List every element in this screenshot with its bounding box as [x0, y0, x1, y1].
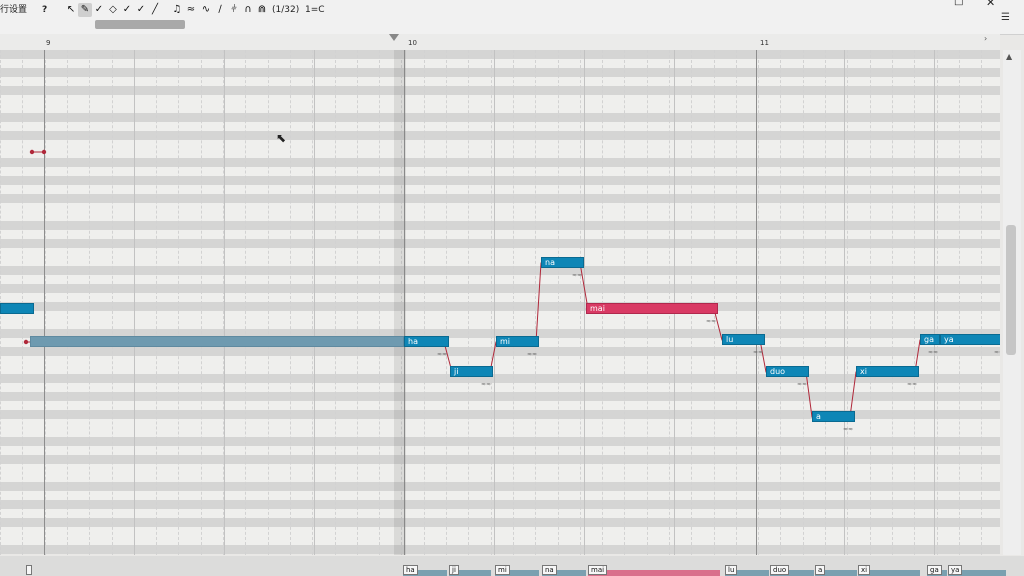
menu-line-settings[interactable]: 行设置: [0, 3, 27, 17]
lyric-chip-ha[interactable]: ha: [403, 565, 418, 575]
lyric-chip-ji[interactable]: ji: [449, 565, 459, 575]
note-block-na[interactable]: na: [541, 257, 584, 268]
pitch-curve[interactable]: [0, 50, 1000, 555]
vibrato-handle-icon[interactable]: ≈≈: [753, 349, 763, 356]
vertical-scrollbar-thumb[interactable]: [1006, 225, 1016, 355]
note-block-previous[interactable]: [30, 336, 404, 347]
note-block-ha[interactable]: ha: [404, 336, 449, 347]
pitch-control-point[interactable]: [29, 149, 35, 155]
lyrics-track[interactable]: ha ji mi na mai lu duo a xi ga ya: [0, 556, 1024, 576]
note-block-lu[interactable]: lu: [722, 334, 765, 345]
pitch-curve-icon[interactable]: ∿: [199, 3, 213, 17]
settings-sliders-icon[interactable]: ☰: [1001, 12, 1010, 23]
knife-icon[interactable]: ╱: [148, 3, 162, 17]
lyric-chip-mi[interactable]: mi: [495, 565, 510, 575]
chevron-right-icon[interactable]: ›: [984, 34, 987, 43]
vibrato-pen-icon[interactable]: ✓: [134, 3, 148, 17]
note-block-a[interactable]: a: [812, 411, 855, 422]
vibrato-handle-icon[interactable]: ≈≈: [706, 318, 716, 325]
line-icon[interactable]: ∕: [213, 3, 227, 17]
maximize-icon[interactable]: □: [954, 0, 963, 7]
note-block-duo[interactable]: duo: [766, 366, 809, 377]
snap-icon[interactable]: ⋒: [255, 3, 269, 17]
horizontal-scrollbar[interactable]: [95, 20, 185, 29]
vibrato-handle-icon[interactable]: ≈≈: [928, 349, 938, 356]
vibrato-handle-icon[interactable]: ≈≈: [481, 381, 491, 388]
note-icon[interactable]: ♫: [170, 3, 184, 17]
toolbar: 行设置 ? ↖ ✎ ✓ ◇ ✓ ✓ ╱ ♫ ≈ ∿ ∕ ⫩ ∩ ⋒ (1/32) 1=C □ ✕ ☰: [0, 0, 1024, 35]
vibrato-handle-icon[interactable]: ≈≈: [994, 349, 1000, 356]
lyric-chip-lu[interactable]: lu: [725, 565, 738, 575]
mouse-cursor-icon: ⬉: [276, 131, 287, 145]
vibrato-icon[interactable]: ≈: [184, 3, 198, 17]
playhead-marker[interactable]: [389, 34, 399, 41]
pencil-icon[interactable]: ✎: [78, 3, 92, 17]
note-block-ya[interactable]: ya: [940, 334, 1000, 345]
note-block-xi[interactable]: xi: [856, 366, 919, 377]
vibrato-handle-icon[interactable]: ≈≈: [572, 272, 582, 279]
bar-number-10: 10: [408, 39, 417, 47]
vibrato-handle-icon[interactable]: ≈≈: [527, 351, 537, 358]
bar-number-11: 11: [760, 39, 769, 47]
note-block-previous[interactable]: [0, 303, 34, 314]
note-block-ga[interactable]: ga: [920, 334, 940, 345]
lyric-chip-a[interactable]: a: [815, 565, 826, 575]
eraser-icon[interactable]: ◇: [106, 3, 120, 17]
vibrato-handle-icon[interactable]: ≈≈: [797, 381, 807, 388]
lyric-segment[interactable]: [588, 570, 720, 576]
vibrato-handle-icon[interactable]: ≈≈: [843, 426, 853, 433]
note-block-ji[interactable]: ji: [450, 366, 493, 377]
lyric-chip-previous[interactable]: [26, 565, 32, 575]
audio-waveform: [0, 550, 1000, 555]
pitch-draw-icon[interactable]: ✓: [120, 3, 134, 17]
close-icon[interactable]: ✕: [986, 0, 995, 9]
pitch-control-point[interactable]: [23, 339, 29, 345]
arc-icon[interactable]: ∩: [241, 3, 255, 17]
piano-roll[interactable]: ha ≈≈ ji ≈≈ mi ≈≈ na ≈≈ mai ≈≈ lu ≈≈ duo ≈≈ a ≈≈ xi ≈≈ ga ≈…: [0, 50, 1000, 555]
scroll-up-icon[interactable]: ▲: [1006, 52, 1012, 61]
split-icon[interactable]: ⫩: [227, 3, 241, 17]
pitch-control-point[interactable]: [41, 149, 47, 155]
timeline-ruler[interactable]: 9 10 11: [0, 34, 1000, 51]
lyric-chip-na[interactable]: na: [542, 565, 557, 575]
lyric-chip-duo[interactable]: duo: [770, 565, 790, 575]
bar-number-9: 9: [46, 39, 51, 47]
lyric-chip-mai[interactable]: mai: [588, 565, 608, 575]
pitch-pen-icon[interactable]: ✓: [92, 3, 106, 17]
vibrato-handle-icon[interactable]: ≈≈: [907, 381, 917, 388]
key-selector[interactable]: 1=C: [305, 3, 325, 17]
quantize-selector[interactable]: (1/32): [272, 3, 299, 17]
lyric-chip-ya[interactable]: ya: [948, 565, 963, 575]
vibrato-handle-icon[interactable]: ≈≈: [437, 351, 447, 358]
help-button[interactable]: ?: [42, 3, 47, 17]
lyric-chip-ga[interactable]: ga: [927, 565, 942, 575]
lyric-chip-xi[interactable]: xi: [858, 565, 871, 575]
note-block-mi[interactable]: mi: [496, 336, 539, 347]
pointer-icon[interactable]: ↖: [64, 3, 78, 17]
note-block-mai[interactable]: mai: [586, 303, 718, 314]
